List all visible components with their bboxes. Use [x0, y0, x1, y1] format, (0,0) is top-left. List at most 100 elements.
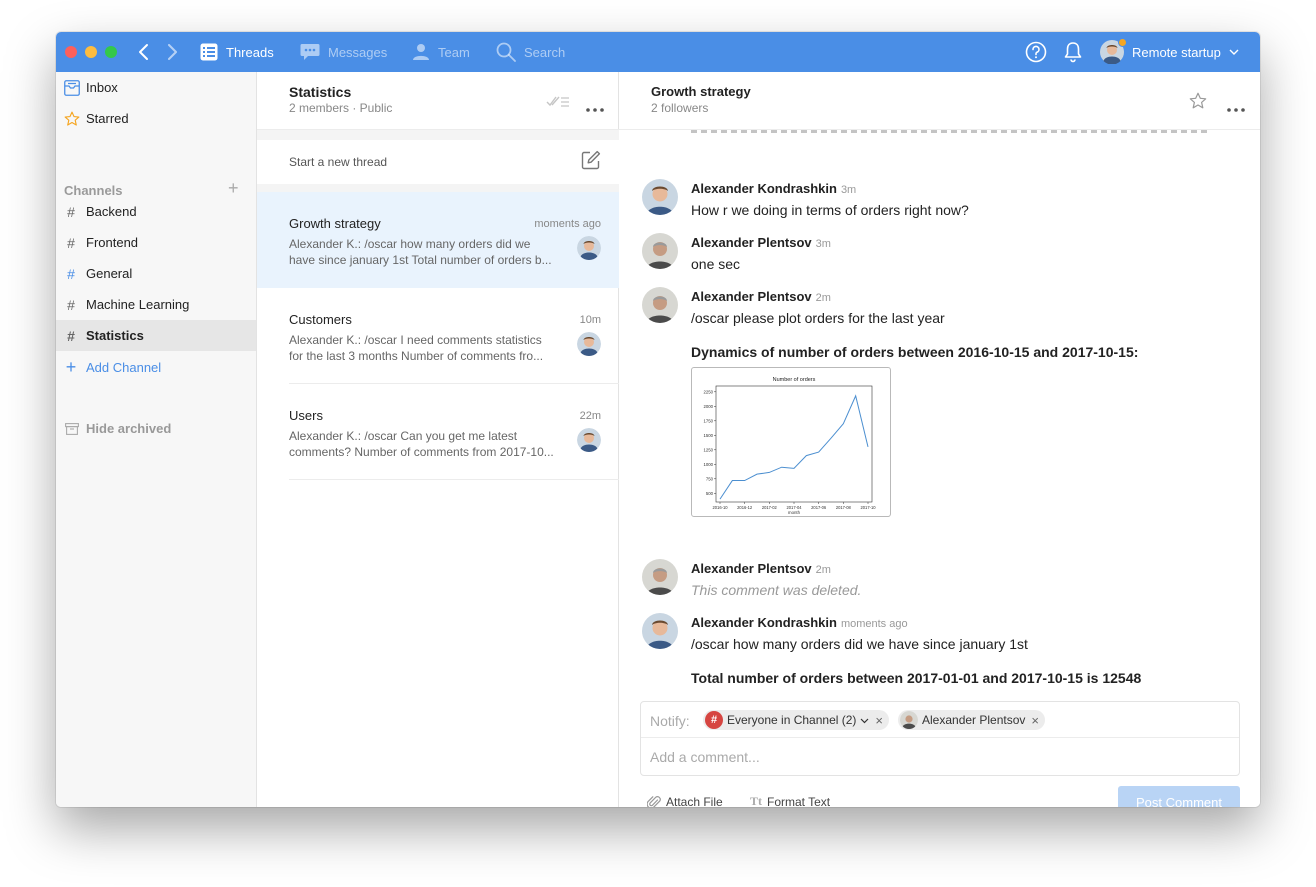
account-menu[interactable]: Remote startup — [1100, 32, 1239, 72]
window-close-button[interactable] — [65, 46, 77, 58]
conversation-panel: Growth strategy 2 followers Alexander Ko… — [619, 72, 1260, 807]
sidebar-item-general[interactable]: # General — [56, 258, 256, 289]
message-author: Alexander Plentsov 3m — [691, 235, 831, 250]
sidebar-item-frontend[interactable]: # Frontend — [56, 227, 256, 258]
thread-name: Growth strategy — [289, 216, 381, 231]
sidebar-item-machine-learning[interactable]: # Machine Learning — [56, 289, 256, 320]
message-author: Alexander Plentsov 2m — [691, 561, 831, 576]
thread-divider — [289, 479, 619, 480]
y-tick-label: 1000 — [703, 462, 713, 467]
thread-time: 22m — [579, 410, 601, 422]
thread-item-customers[interactable]: Customers 10m Alexander K.: /oscar I nee… — [257, 288, 619, 384]
nav-search[interactable]: Search — [496, 32, 565, 72]
new-thread-gap — [257, 184, 619, 192]
bot-result-heading: Total number of orders between 2017-01-0… — [691, 670, 1142, 686]
x-tick-label: 2016-10 — [712, 505, 728, 510]
avatar — [642, 233, 678, 269]
comment-input[interactable] — [650, 749, 1230, 765]
window-minimize-button[interactable] — [85, 46, 97, 58]
bell-icon[interactable] — [1063, 41, 1083, 66]
sidebar-item-label: Starred — [86, 111, 129, 126]
star-icon — [64, 111, 80, 127]
message-text: one sec — [691, 256, 741, 272]
sidebar-item-inbox[interactable]: Inbox — [56, 72, 256, 103]
post-comment-button[interactable]: Post Comment — [1118, 786, 1240, 807]
thread-item-growth-strategy[interactable]: Growth strategy moments ago Alexander K.… — [257, 192, 619, 288]
bot-result-heading: Dynamics of number of orders between 201… — [691, 344, 1139, 360]
sidebar-item-label: Frontend — [86, 235, 139, 250]
avatar — [642, 287, 678, 323]
nav-threads[interactable]: Threads — [200, 32, 274, 72]
notify-label: Notify: — [650, 713, 690, 729]
thread-time: moments ago — [534, 218, 601, 230]
thread-name: Customers — [289, 312, 352, 327]
chevron-down-icon — [1229, 49, 1239, 55]
author-name: Alexander Kondrashkin — [691, 181, 837, 196]
message-time: moments ago — [840, 618, 908, 630]
attach-file-label: Attach File — [666, 795, 723, 807]
chevron-down-icon[interactable] — [860, 717, 869, 724]
attach-file-button[interactable]: Attach File — [647, 794, 723, 807]
x-tick-label: 2017-06 — [811, 505, 827, 510]
back-arrow-icon[interactable] — [136, 41, 152, 63]
help-icon[interactable] — [1025, 41, 1047, 66]
nav-team-label: Team — [438, 44, 470, 60]
sidebar-item-label: Backend — [86, 204, 137, 219]
remove-chip-icon[interactable]: × — [1031, 713, 1039, 728]
message-time: 3m — [815, 238, 831, 250]
hash-icon: # — [67, 327, 75, 344]
snippet-line: comments? Number of comments from 2017-1… — [289, 445, 554, 459]
avatar — [577, 428, 601, 452]
forward-arrow-icon[interactable] — [164, 41, 180, 63]
channel-title: Statistics — [289, 84, 352, 100]
more-options-icon[interactable] — [1227, 100, 1245, 115]
y-tick-label: 2250 — [703, 389, 713, 394]
x-tick-label: 2017-02 — [762, 505, 778, 510]
sidebar-item-starred[interactable]: Starred — [56, 103, 256, 134]
sidebar-item-backend[interactable]: # Backend — [56, 196, 256, 227]
window-maximize-button[interactable] — [105, 46, 117, 58]
mark-read-icon[interactable] — [546, 94, 570, 111]
format-text-button[interactable]: Tt Format Text — [750, 794, 830, 807]
orders-chart[interactable]: Number of orders 500 750 1000 1250 1500 1750 20… — [691, 367, 891, 517]
deleted-message-text: This comment was deleted. — [691, 582, 862, 598]
author-name: Alexander Plentsov — [691, 289, 812, 304]
account-avatar — [1100, 38, 1127, 65]
nav-messages-label: Messages — [328, 44, 388, 60]
start-new-thread-button[interactable]: Start a new thread — [257, 140, 619, 184]
sidebar-item-label: Machine Learning — [86, 297, 190, 312]
notification-dot — [1118, 38, 1127, 47]
snippet-line: Alexander K.: /oscar Can you get me late… — [289, 429, 518, 443]
message-time: 2m — [815, 292, 831, 304]
chip-label: Everyone in Channel (2) — [727, 713, 857, 727]
hash-icon: # — [67, 234, 75, 251]
remove-chip-icon[interactable]: × — [875, 713, 883, 728]
nav-team[interactable]: Team — [412, 32, 470, 72]
y-tick-label: 1250 — [703, 447, 713, 452]
message-text: /oscar how many orders did we have since… — [691, 636, 1028, 652]
thread-item-users[interactable]: Users 22m Alexander K.: /oscar Can you g… — [257, 384, 619, 480]
add-channel-button[interactable]: + Add Channel — [56, 352, 256, 383]
author-name: Alexander Plentsov — [691, 235, 812, 250]
comment-composer: Notify: # Everyone in Channel (2) × Alex… — [640, 701, 1240, 776]
nav-messages[interactable]: Messages — [300, 32, 387, 72]
snippet-line: Alexander K.: /oscar how many orders did… — [289, 237, 531, 251]
y-tick-label: 1500 — [703, 433, 713, 438]
message-author: Alexander Plentsov 2m — [691, 289, 831, 304]
star-icon[interactable] — [1189, 92, 1207, 113]
more-options-icon[interactable] — [586, 100, 604, 115]
thread-snippet: Alexander K.: /oscar I need comments sta… — [289, 332, 569, 364]
notify-chip-alexander-plentsov[interactable]: Alexander Plentsov × — [898, 710, 1045, 730]
threads-header: Statistics 2 members · Public — [257, 72, 619, 130]
y-tick-label: 2000 — [703, 404, 713, 409]
x-tick-label: 2017-08 — [836, 505, 852, 510]
hash-icon: # — [705, 711, 723, 729]
plus-icon[interactable]: + — [228, 179, 239, 197]
sidebar-item-statistics[interactable]: # Statistics — [56, 320, 256, 351]
notify-chip-everyone[interactable]: # Everyone in Channel (2) × — [703, 710, 889, 730]
add-channel-label: Add Channel — [86, 360, 162, 375]
x-tick-label: 2017-10 — [860, 505, 876, 510]
avatar — [577, 236, 601, 260]
y-tick-label: 500 — [706, 491, 714, 496]
hide-archived-button[interactable]: Hide archived — [56, 413, 256, 444]
